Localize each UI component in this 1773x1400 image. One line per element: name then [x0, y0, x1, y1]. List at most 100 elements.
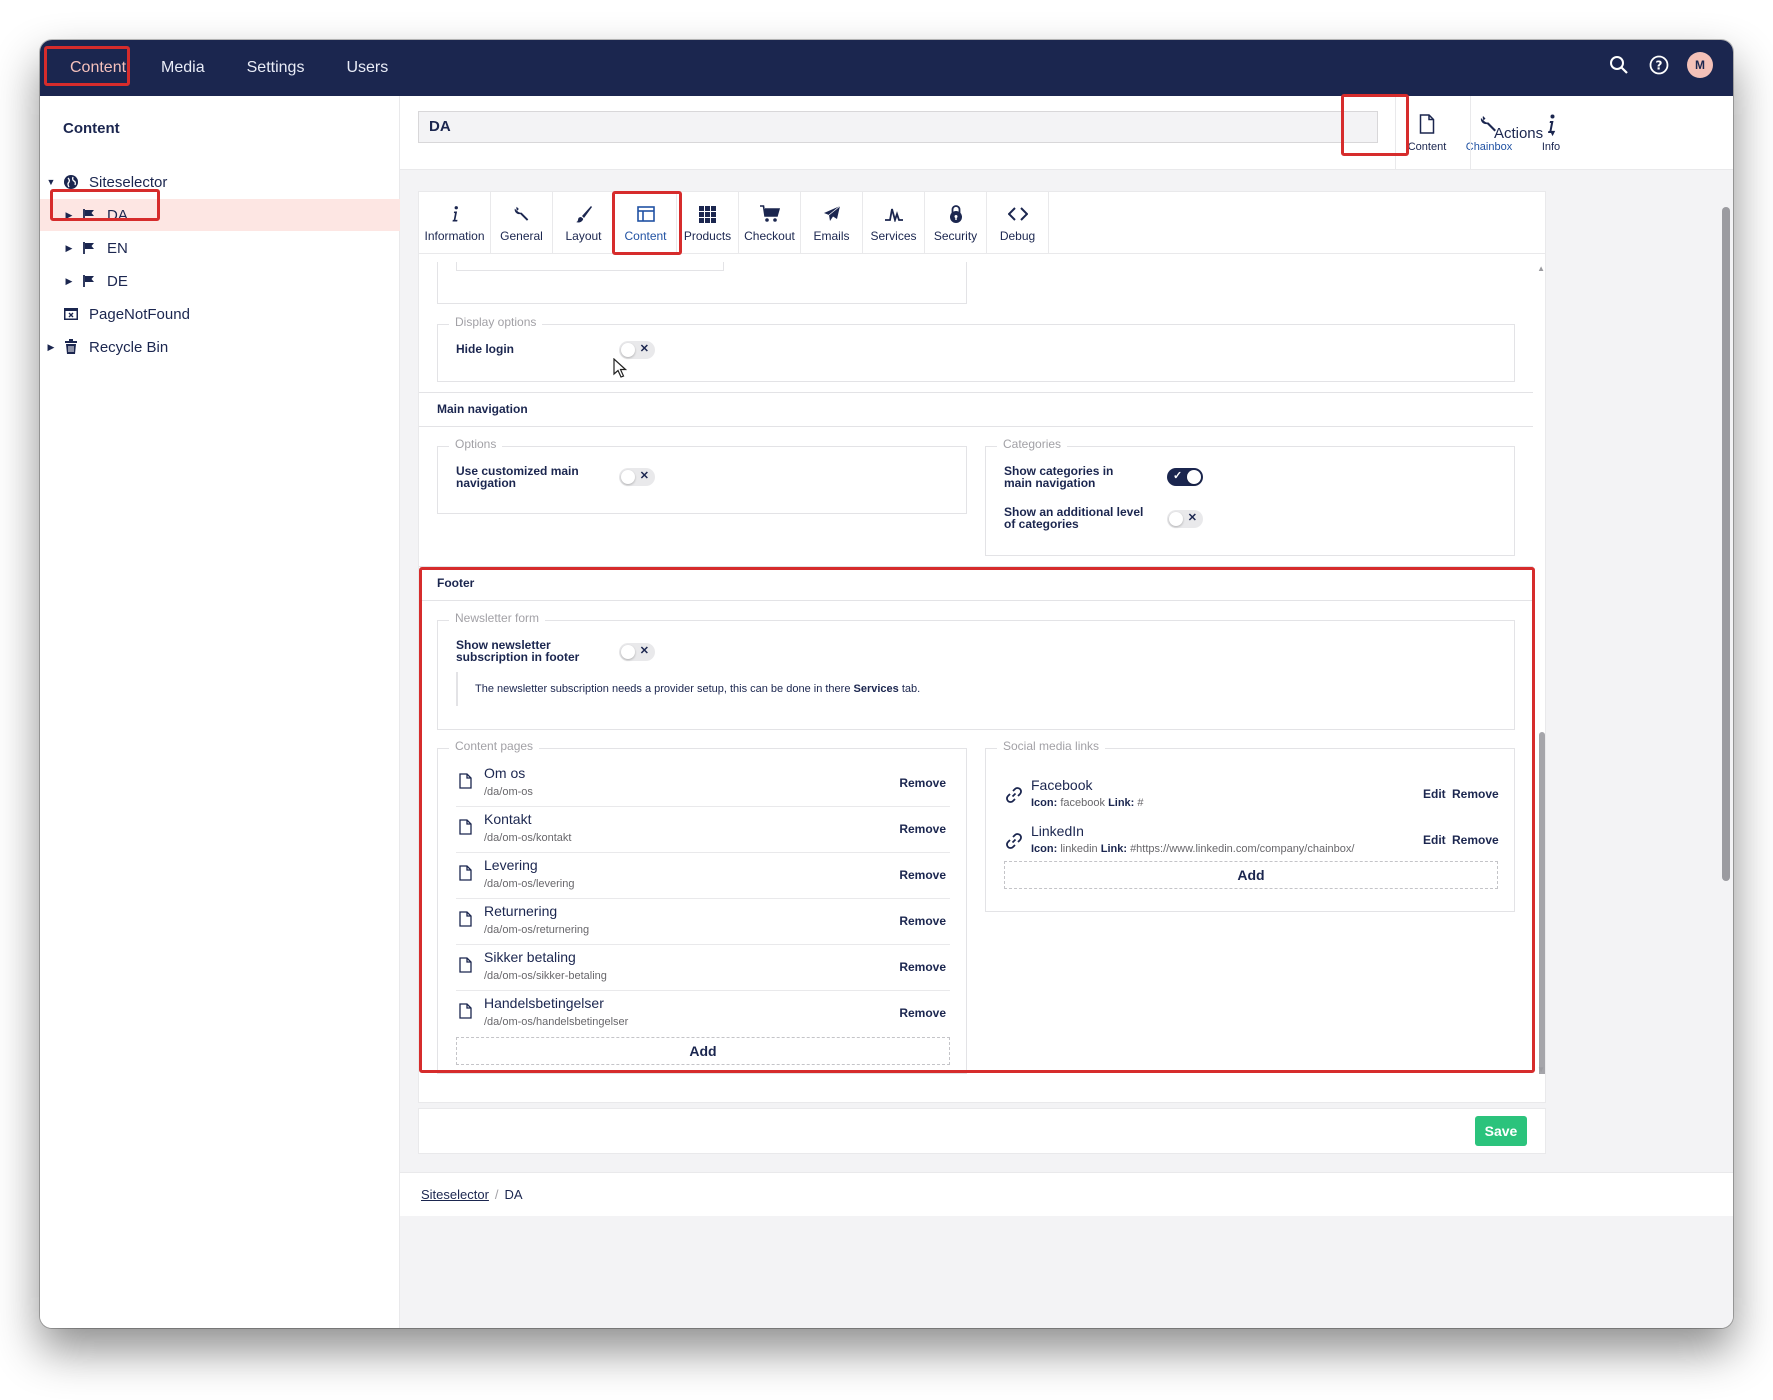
- page-name: Om os: [484, 765, 526, 781]
- close-icon: ✕: [1187, 512, 1197, 524]
- content-tree-sidebar: Content ▼ Siteselector ▶ DA ▶ EN ▶ DE Pa…: [40, 96, 400, 1328]
- services-link[interactable]: Services: [854, 683, 899, 695]
- show-categories-toggle[interactable]: ✓: [1167, 468, 1203, 486]
- add-social-link-button[interactable]: Add: [1004, 861, 1498, 889]
- actions-dropdown[interactable]: Actions ▼: [1470, 96, 1580, 170]
- section-media[interactable]: Media: [140, 40, 226, 96]
- tree-item-da[interactable]: ▶ DA: [40, 199, 400, 231]
- newsletter-legend: Newsletter form: [449, 611, 546, 625]
- hide-login-toggle[interactable]: ✕: [619, 341, 655, 359]
- inner-scrollbar-thumb[interactable]: [1539, 732, 1545, 1074]
- page-path: /da/om-os/returnering: [484, 924, 590, 936]
- newsletter-fieldset: [437, 620, 1515, 730]
- settings-scroll-area[interactable]: Display options Hide login ✕ Main naviga…: [419, 262, 1547, 1074]
- caret-down-icon[interactable]: ▼: [46, 177, 56, 187]
- document-icon: [459, 773, 472, 794]
- remove-button[interactable]: Remove: [899, 960, 946, 974]
- remove-button[interactable]: Remove: [899, 914, 946, 928]
- tab-products[interactable]: Products: [677, 192, 739, 254]
- divider: [419, 392, 1533, 393]
- flag-icon: [80, 206, 98, 224]
- main-scrollbar-thumb[interactable]: [1722, 207, 1730, 881]
- tree-item-de[interactable]: ▶ DE: [40, 265, 400, 297]
- section-content[interactable]: Content: [56, 40, 140, 96]
- note-bar: [456, 672, 458, 706]
- breadcrumb-link[interactable]: Siteselector: [421, 1187, 489, 1202]
- list-item: Facebook Icon: facebook Link: # Edit Rem…: [1004, 773, 1499, 817]
- list-item: Kontakt /da/om-os/kontakt Remove: [456, 807, 950, 853]
- tree-item-en[interactable]: ▶ EN: [40, 232, 400, 264]
- remove-button[interactable]: Remove: [1452, 833, 1499, 847]
- avatar[interactable]: M: [1687, 52, 1713, 78]
- tab-checkout[interactable]: Checkout: [739, 192, 801, 254]
- caret-right-icon[interactable]: ▶: [64, 243, 74, 254]
- main-scrollbar[interactable]: [1719, 189, 1733, 1239]
- display-options-fieldset: [437, 324, 1515, 382]
- app-tab-label: Content: [1407, 141, 1447, 153]
- add-content-page-button[interactable]: Add: [456, 1037, 950, 1065]
- remove-button[interactable]: Remove: [899, 1006, 946, 1020]
- link-value: #: [1137, 797, 1144, 809]
- page-path: /da/om-os/sikker-betaling: [484, 970, 607, 982]
- main-navigation-heading: Main navigation: [437, 402, 528, 416]
- newsletter-note-suffix: tab.: [901, 683, 921, 695]
- tab-information[interactable]: Information: [419, 192, 491, 254]
- tree-label: Recycle Bin: [89, 338, 169, 356]
- help-icon[interactable]: ?: [1647, 53, 1671, 77]
- node-name-input[interactable]: DA: [418, 111, 1378, 143]
- categories-legend: Categories: [997, 437, 1068, 451]
- remove-button[interactable]: Remove: [899, 822, 946, 836]
- save-button[interactable]: Save: [1475, 1116, 1527, 1146]
- remove-button[interactable]: Remove: [1452, 787, 1499, 801]
- section-settings[interactable]: Settings: [226, 40, 326, 96]
- tab-content[interactable]: Content: [615, 192, 677, 254]
- close-icon: ✕: [639, 645, 649, 657]
- page-name: Levering: [484, 857, 538, 873]
- list-item: Levering /da/om-os/levering Remove: [456, 853, 950, 899]
- tab-debug[interactable]: Debug: [987, 192, 1049, 254]
- caret-right-icon[interactable]: ▶: [64, 276, 74, 287]
- page-name: Sikker betaling: [484, 949, 576, 965]
- toggle-knob: [1187, 470, 1201, 484]
- document-icon: [459, 911, 472, 932]
- tab-services[interactable]: Services: [863, 192, 925, 254]
- divider: [419, 426, 1533, 427]
- wrench-icon: [513, 203, 531, 225]
- mouse-cursor-icon: [613, 357, 628, 383]
- edit-button[interactable]: Edit: [1423, 833, 1446, 847]
- content-pages-fieldset: Om os /da/om-os Remove Kontakt /da/om-os…: [437, 748, 967, 1074]
- divider: [419, 566, 1533, 567]
- tree-item-siteselector[interactable]: ▼ Siteselector: [40, 166, 400, 198]
- options-legend: Options: [449, 437, 503, 451]
- scroll-up-icon[interactable]: ▲: [1537, 264, 1545, 273]
- edit-button[interactable]: Edit: [1423, 787, 1446, 801]
- caret-right-icon[interactable]: ▶: [64, 210, 74, 221]
- use-customized-toggle[interactable]: ✕: [619, 468, 655, 486]
- link-icon: [1006, 787, 1022, 808]
- tab-emails[interactable]: Emails: [801, 192, 863, 254]
- search-icon[interactable]: [1607, 53, 1631, 77]
- settings-tabs: Information General Layout Content Produ…: [419, 192, 1545, 254]
- remove-button[interactable]: Remove: [899, 868, 946, 882]
- newsletter-note: The newsletter subscription needs a prov…: [475, 683, 920, 695]
- show-newsletter-toggle[interactable]: ✕: [619, 643, 655, 661]
- brush-icon: [575, 203, 593, 225]
- section-users[interactable]: Users: [325, 40, 409, 96]
- tree-label: Siteselector: [89, 173, 168, 191]
- tab-general[interactable]: General: [491, 192, 553, 254]
- paper-plane-icon: [823, 203, 841, 225]
- additional-level-toggle[interactable]: ✕: [1167, 510, 1203, 528]
- tab-label: Checkout: [744, 229, 795, 243]
- tab-security[interactable]: Security: [925, 192, 987, 254]
- newsletter-note-text: The newsletter subscription needs a prov…: [475, 683, 851, 695]
- remove-button[interactable]: Remove: [899, 776, 946, 790]
- scroll-down-icon[interactable]: ▼: [1537, 1065, 1545, 1074]
- caret-right-icon[interactable]: ▶: [46, 342, 56, 353]
- link-icon: [1006, 833, 1022, 854]
- top-bar: Content Media Settings Users ? M: [40, 40, 1733, 96]
- tree-item-pagenotfound[interactable]: PageNotFound: [40, 298, 400, 330]
- tree-item-recycle-bin[interactable]: ▶ Recycle Bin: [40, 331, 400, 363]
- actions-label: Actions: [1493, 124, 1544, 142]
- app-tab-content[interactable]: Content: [1396, 96, 1458, 170]
- tab-layout[interactable]: Layout: [553, 192, 615, 254]
